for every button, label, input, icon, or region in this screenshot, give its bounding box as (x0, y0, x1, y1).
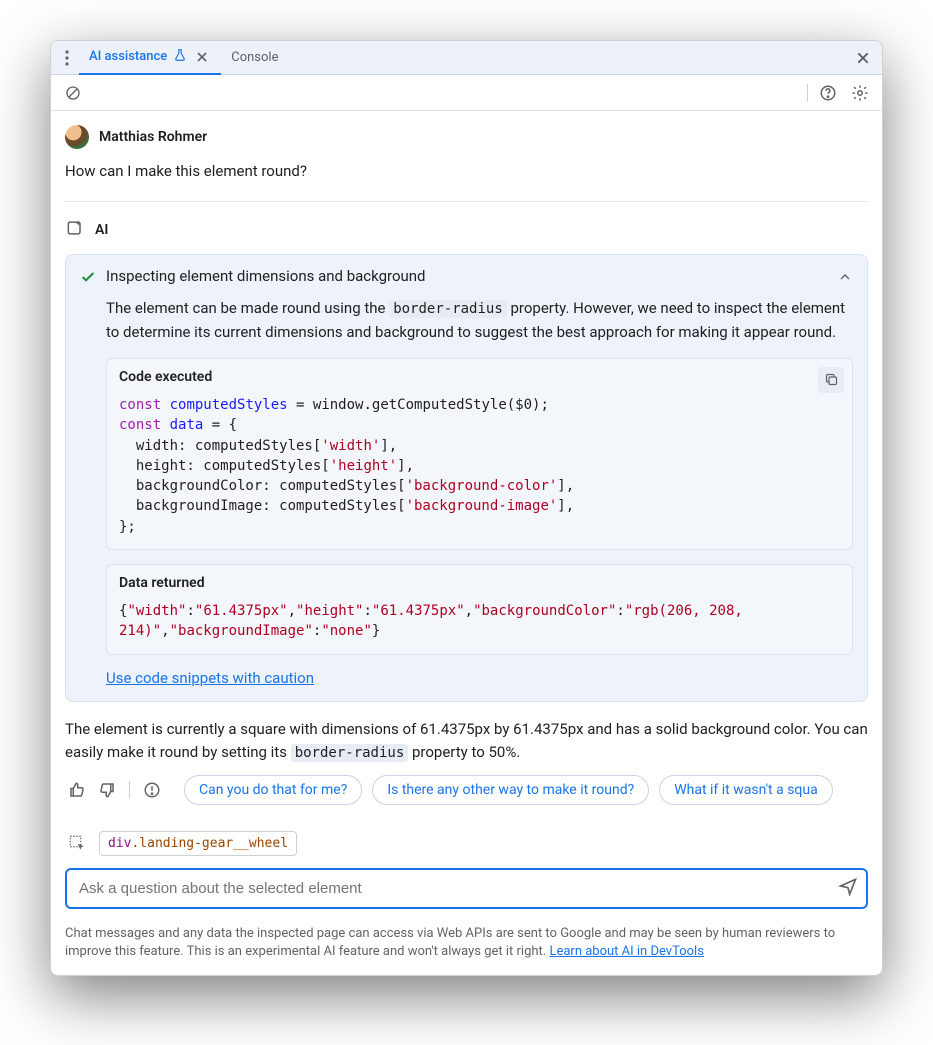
caution-link[interactable]: Use code snippets with caution (106, 669, 314, 687)
user-question: How can I make this element round? (65, 159, 868, 183)
flask-icon (173, 48, 187, 66)
tab-label: Console (231, 50, 278, 65)
user-message: Matthias Rohmer How can I make this elem… (51, 111, 882, 201)
input-row (51, 864, 882, 919)
tab-bar: AI assistance Console (51, 41, 882, 75)
inline-code: border-radius (389, 300, 507, 318)
step-description: The element can be made round using the … (66, 289, 867, 358)
devtools-window: AI assistance Console (50, 40, 883, 976)
suggestion-chip[interactable]: Can you do that for me? (184, 775, 362, 805)
tab-ai-assistance[interactable]: AI assistance (79, 41, 221, 75)
settings-gear-icon[interactable] (848, 81, 872, 105)
inline-code: border-radius (291, 744, 409, 762)
caution-row: Use code snippets with caution (66, 669, 867, 701)
clear-icon[interactable] (61, 81, 85, 105)
step-title: Inspecting element dimensions and backgr… (106, 267, 827, 285)
ai-label: AI (95, 222, 108, 238)
question-input[interactable] (65, 868, 868, 909)
suggestion-chip[interactable]: Is there any other way to make it round? (372, 775, 649, 805)
close-tab-icon[interactable] (193, 48, 211, 66)
context-row: div.landing-gear__wheel (51, 823, 882, 864)
disclaimer-link[interactable]: Learn about AI in DevTools (549, 944, 703, 959)
chevron-up-icon[interactable] (837, 269, 853, 289)
code-executed-title: Code executed (119, 369, 840, 385)
avatar (65, 125, 89, 149)
tab-console[interactable]: Console (221, 41, 288, 75)
copy-icon[interactable] (818, 367, 844, 393)
send-icon[interactable] (838, 876, 858, 900)
data-returned-block: {"width":"61.4375px","height":"61.4375px… (119, 601, 840, 642)
inspection-step-card: Inspecting element dimensions and backgr… (65, 254, 868, 702)
context-element-tag[interactable]: div.landing-gear__wheel (99, 831, 297, 856)
disclaimer: Chat messages and any data the inspected… (51, 919, 882, 975)
data-returned-title: Data returned (119, 575, 840, 591)
thumbs-down-icon[interactable] (95, 778, 119, 802)
tab-label: AI assistance (89, 49, 167, 64)
kebab-menu-icon[interactable] (55, 46, 79, 70)
toolbar (51, 75, 882, 111)
user-name: Matthias Rohmer (99, 129, 207, 145)
ai-summary: The element is currently a square with d… (51, 714, 882, 775)
data-returned-box: Data returned {"width":"61.4375px","heig… (106, 564, 853, 655)
suggestion-chip[interactable]: What if it wasn't a squa (659, 775, 833, 805)
check-icon (80, 269, 96, 289)
ai-header: AI (51, 202, 882, 242)
report-icon[interactable] (140, 778, 164, 802)
ai-sparkle-icon (65, 218, 85, 242)
code-block: const computedStyles = window.getCompute… (119, 395, 840, 537)
thumbs-up-icon[interactable] (65, 778, 89, 802)
feedback-row: Can you do that for me? Is there any oth… (51, 775, 882, 823)
chat-content: Matthias Rohmer How can I make this elem… (51, 111, 882, 975)
select-element-icon[interactable] (65, 831, 89, 855)
close-panel-icon[interactable] (854, 49, 872, 67)
help-icon[interactable] (816, 81, 840, 105)
code-executed-box: Code executed const computedStyles = win… (106, 358, 853, 550)
